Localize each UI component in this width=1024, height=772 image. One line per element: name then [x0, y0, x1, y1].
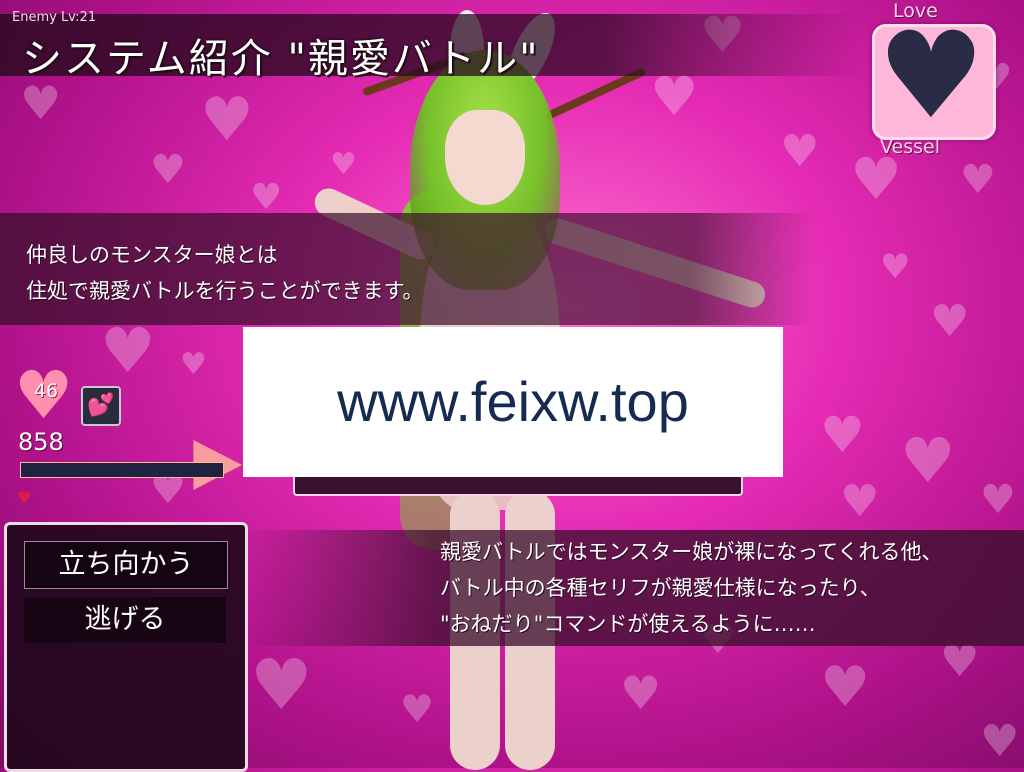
small-heart-icon: ♥	[17, 488, 32, 507]
double-heart-icon[interactable]: 💕	[81, 386, 121, 426]
affection-heart: ♥ 46	[14, 363, 78, 429]
message-bottom-line-1: 親愛バトルではモンスター娘が裸になってくれる他、	[440, 540, 943, 564]
message-bottom-line-3: "おねだり"コマンドが使えるように……	[440, 612, 816, 636]
title-bar: Enemy Lv:21 システム紹介 "親愛バトル"	[0, 10, 860, 82]
message-top-line-1: 仲良しのモンスター娘とは	[26, 243, 278, 267]
message-bottom-line-2: バトル中の各種セリフが親愛仕様になったり、	[440, 576, 881, 600]
affection-value: 46	[33, 380, 59, 402]
hp-value: 858	[18, 428, 64, 456]
gauge-bar	[20, 462, 224, 478]
face	[445, 110, 525, 205]
message-window-top: 仲良しのモンスター娘とは 住処で親愛バトルを行うことができます。	[0, 213, 815, 325]
message-window-bottom: 親愛バトルではモンスター娘が裸になってくれる他、 バトル中の各種セリフが親愛仕様…	[240, 530, 1024, 646]
command-escape[interactable]: 逃げる	[24, 597, 226, 643]
message-top-line-2: 住処で親愛バトルを行うことができます。	[26, 279, 424, 303]
enemy-level: Enemy Lv:21	[12, 10, 97, 25]
command-window: 立ち向かう 逃げる	[4, 522, 248, 772]
love-vessel-heart-icon: ♥	[877, 7, 985, 146]
page-title: システム紹介 "親愛バトル"	[22, 36, 540, 82]
watermark-box: www.feixw.top	[243, 327, 783, 477]
watermark-text: www.feixw.top	[337, 370, 689, 433]
love-vessel-label-bottom: Vessel	[880, 136, 940, 158]
command-confront[interactable]: 立ち向かう	[24, 541, 228, 589]
